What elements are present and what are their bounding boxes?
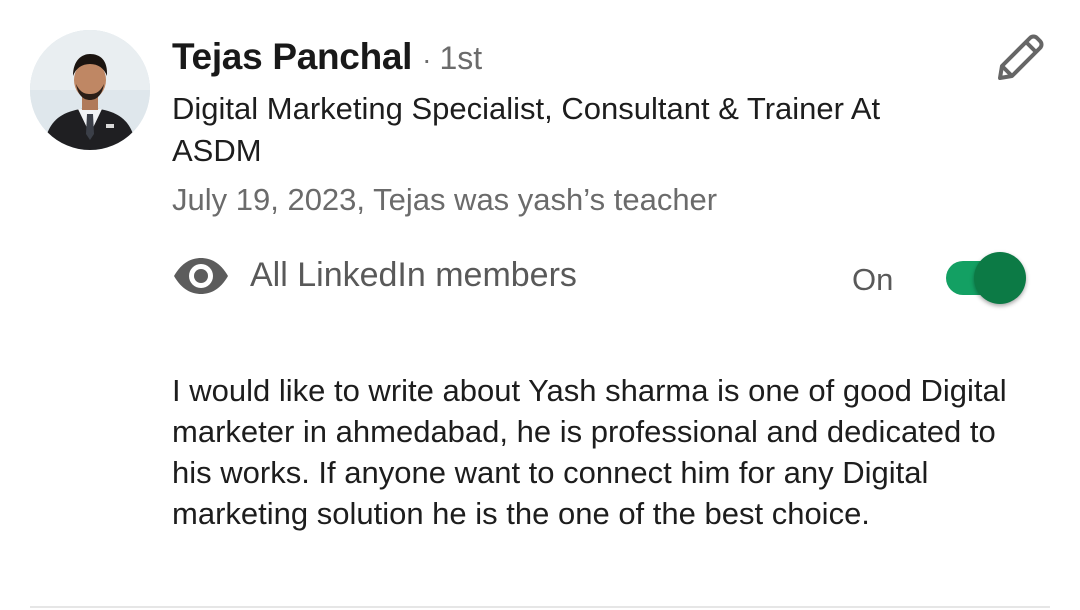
avatar-image	[30, 30, 150, 150]
visibility-row: All LinkedIn members On	[170, 248, 1040, 308]
separator-dot: ·	[422, 44, 432, 75]
toggle-knob	[974, 252, 1026, 304]
connection-degree: 1st	[439, 40, 483, 76]
recommendation-meta: July 19, 2023, Tejas was yash’s teacher	[172, 182, 718, 217]
avatar[interactable]	[30, 30, 150, 150]
recommender-headline: Digital Marketing Specialist, Consultant…	[172, 91, 881, 168]
visibility-label: All LinkedIn members	[250, 256, 577, 294]
eye-icon	[172, 256, 230, 296]
name-line: Tejas Panchal · 1st	[172, 36, 972, 80]
pencil-icon[interactable]	[992, 30, 1048, 86]
toggle-state-label: On	[852, 262, 894, 297]
visibility-toggle[interactable]	[944, 252, 1028, 304]
recommendation-text: I would like to write about Yash sharma …	[172, 373, 1007, 531]
recommender-name[interactable]: Tejas Panchal	[172, 36, 412, 78]
recommender-header: Tejas Panchal · 1st Digital Marketing Sp…	[172, 36, 972, 222]
recommendation-card: Tejas Panchal · 1st Digital Marketing Sp…	[0, 0, 1080, 610]
divider	[30, 606, 1050, 608]
